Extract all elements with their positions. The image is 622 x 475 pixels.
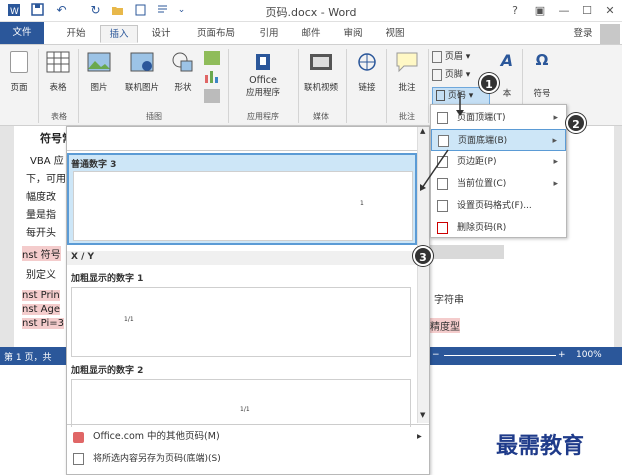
step-badge-3: 3	[413, 246, 433, 266]
step-badge-2: 2	[566, 113, 586, 133]
arrow-2-head	[420, 184, 426, 191]
annotation-arrows	[420, 92, 464, 191]
arrow-1-head	[456, 110, 464, 116]
step-badge-1: 1	[479, 73, 499, 93]
arrow-2	[421, 149, 449, 189]
watermark: 最需教育	[496, 433, 585, 459]
